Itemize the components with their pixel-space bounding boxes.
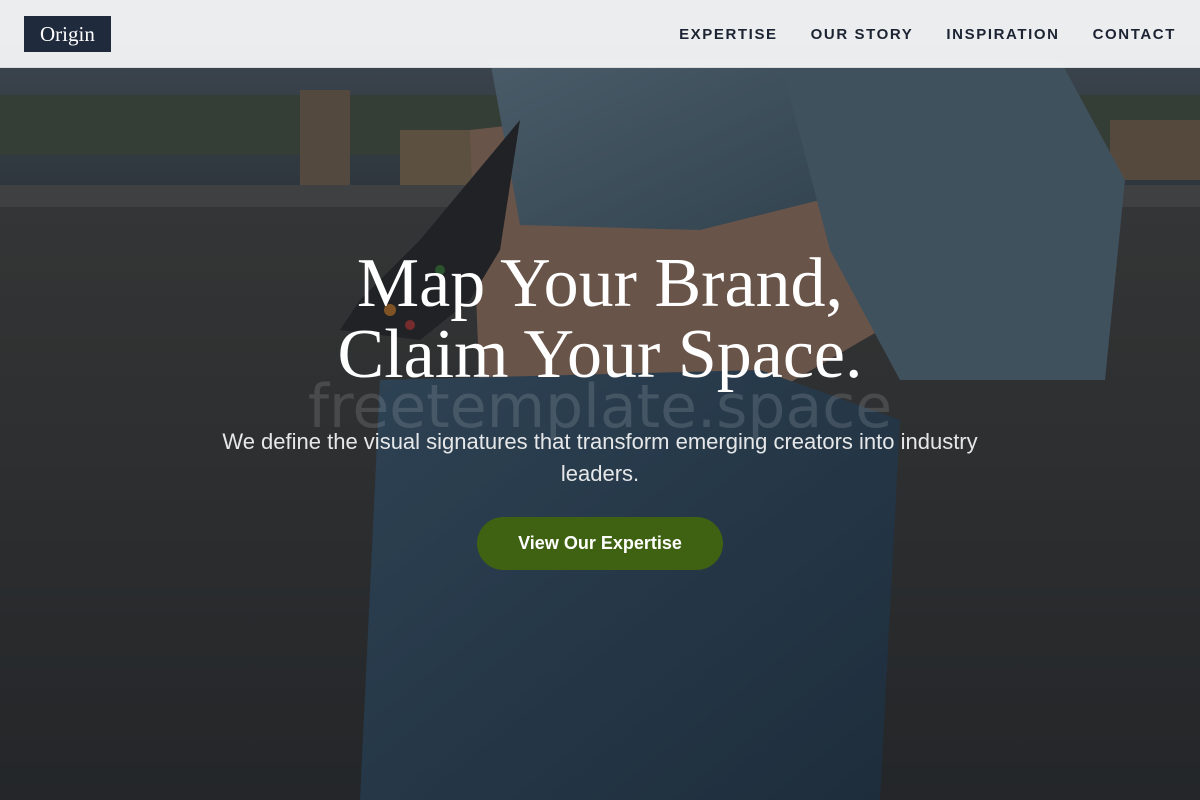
nav-item-expertise[interactable]: EXPERTISE bbox=[679, 26, 778, 43]
site-header: Origin EXPERTISE OUR STORY INSPIRATION C… bbox=[0, 0, 1200, 68]
hero-title-line-2: Claim Your Space. bbox=[337, 316, 863, 393]
hero-title-line-1: Map Your Brand, bbox=[356, 245, 844, 322]
hero-section: freetemplate.space Map Your Brand, Claim… bbox=[0, 0, 1200, 800]
main-nav: EXPERTISE OUR STORY INSPIRATION CONTACT bbox=[679, 0, 1176, 68]
hero-title: Map Your Brand, Claim Your Space. bbox=[0, 248, 1200, 390]
hero-content: Map Your Brand, Claim Your Space. We def… bbox=[0, 248, 1200, 570]
nav-item-contact[interactable]: CONTACT bbox=[1093, 26, 1176, 43]
nav-item-our-story[interactable]: OUR STORY bbox=[811, 26, 914, 43]
nav-item-inspiration[interactable]: INSPIRATION bbox=[946, 26, 1059, 43]
view-expertise-button[interactable]: View Our Expertise bbox=[477, 517, 723, 570]
hero-subtitle: We define the visual signatures that tra… bbox=[222, 429, 978, 486]
site-logo[interactable]: Origin bbox=[24, 16, 111, 52]
